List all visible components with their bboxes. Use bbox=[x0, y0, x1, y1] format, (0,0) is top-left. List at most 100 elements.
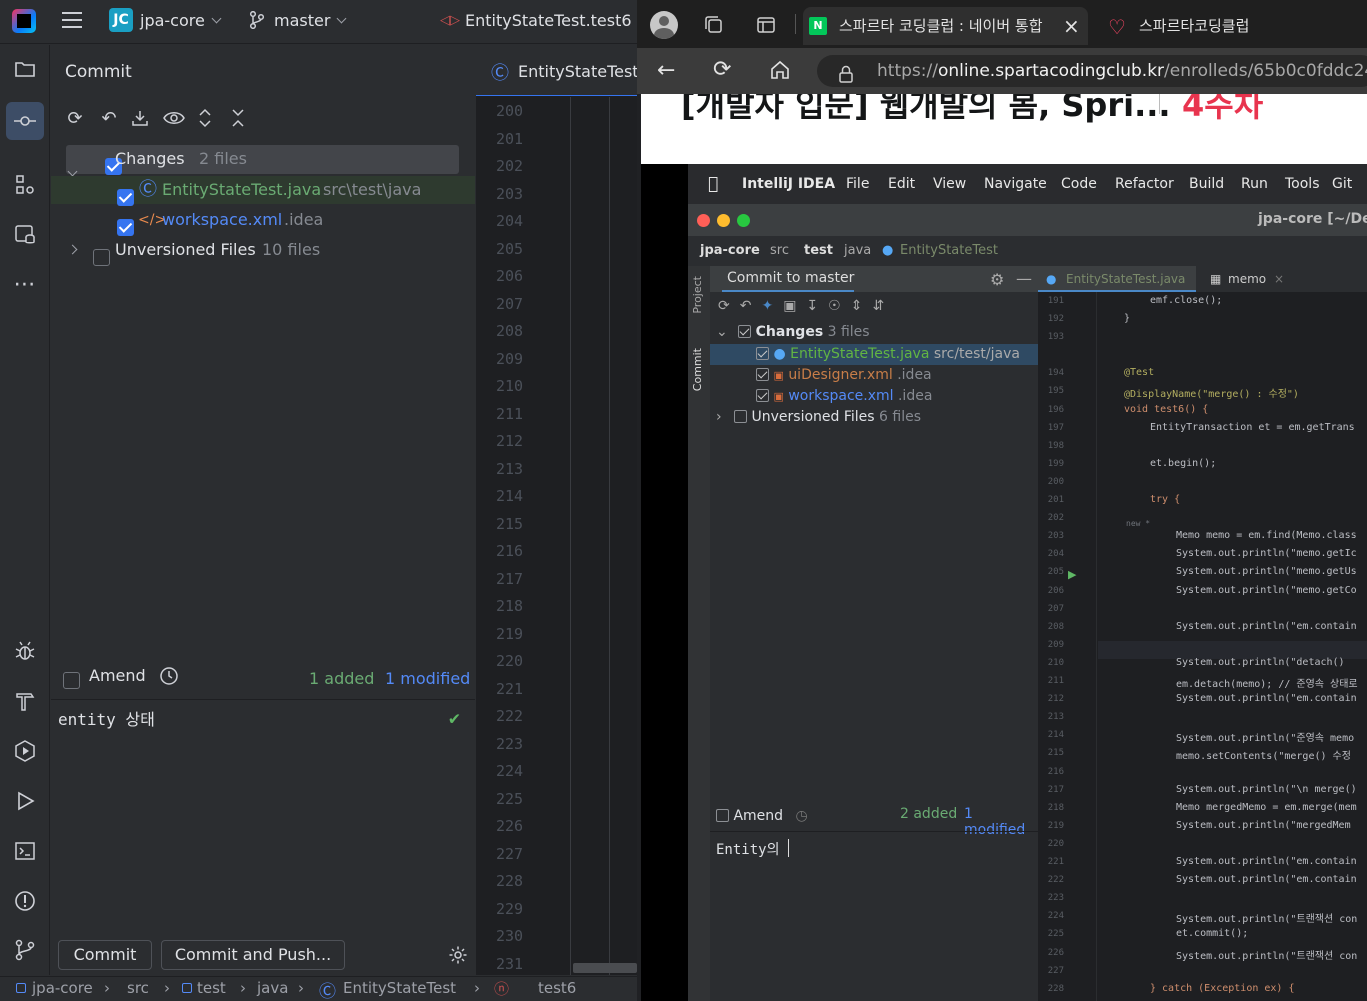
video-side-strip: Project Commit bbox=[688, 266, 710, 1001]
video-amend-row: Amend ◷ bbox=[716, 806, 808, 827]
status-crumb[interactable]: java bbox=[257, 979, 288, 997]
line-number: 230 bbox=[496, 927, 524, 945]
profile-avatar-icon[interactable] bbox=[650, 11, 678, 39]
eye-icon[interactable] bbox=[163, 108, 185, 130]
collapse-all-icon[interactable] bbox=[227, 108, 249, 130]
code-line-number: 193 bbox=[1047, 332, 1064, 343]
lock-icon[interactable] bbox=[838, 62, 854, 87]
naver-favicon-icon: N bbox=[809, 17, 827, 35]
shelve-icon[interactable] bbox=[129, 108, 151, 130]
expand-all-icon[interactable] bbox=[194, 108, 216, 130]
terminal-icon[interactable] bbox=[11, 839, 39, 867]
browser-tab[interactable]: N 스파르타 코딩클럽 : 네이버 통합 × bbox=[803, 7, 1088, 45]
status-crumb[interactable]: jpa-core bbox=[32, 979, 93, 997]
run-icon[interactable] bbox=[11, 789, 39, 817]
lecture-video[interactable]:  IntelliJ IDEA File Edit View Navigate Code R… bbox=[688, 164, 1367, 1001]
url-text: https://online.spartacodingclub.kr/enrol… bbox=[877, 55, 1367, 87]
chevron-right-icon[interactable] bbox=[67, 244, 78, 255]
changes-group-row[interactable]: Changes 2 files bbox=[51, 145, 475, 177]
file-name: uiDesigner.xml bbox=[788, 367, 893, 383]
problems-icon[interactable] bbox=[11, 889, 39, 917]
file-checkbox[interactable] bbox=[117, 219, 134, 236]
code-line-number: 201 bbox=[1047, 495, 1064, 505]
commit-message-field[interactable]: entity 상태 ✔ bbox=[51, 699, 475, 929]
amend-checkbox[interactable] bbox=[63, 672, 80, 689]
changes-count: 3 files bbox=[827, 324, 870, 340]
horizontal-scrollbar[interactable] bbox=[573, 963, 637, 973]
code-line-number: 226 bbox=[1047, 947, 1064, 958]
browser-tab-active[interactable]: ♡ 스파르타코딩클럽 bbox=[1097, 7, 1367, 45]
unversioned-count: 10 files bbox=[262, 240, 321, 259]
code-line: void test6() { bbox=[1124, 403, 1209, 415]
collections-icon[interactable] bbox=[703, 14, 725, 40]
code-line-number: 198 bbox=[1047, 440, 1064, 451]
project-selector[interactable]: jpa-core bbox=[140, 11, 222, 30]
file-row[interactable]: Ⓒ EntityStateTest.java src\test\java bbox=[51, 176, 475, 206]
tab-title: 스파르타 코딩클럽 : 네이버 통합 bbox=[839, 17, 1043, 35]
git-icon[interactable] bbox=[11, 938, 39, 966]
main-menu-icon[interactable] bbox=[62, 12, 82, 30]
project-badge[interactable]: JC bbox=[109, 8, 133, 32]
chevron-down-icon bbox=[211, 13, 222, 24]
rollback-icon[interactable]: ↶ bbox=[98, 108, 120, 130]
intellij-logo-icon[interactable] bbox=[12, 9, 36, 33]
debug-icon[interactable] bbox=[11, 639, 39, 667]
code-line-number: 204 bbox=[1047, 549, 1064, 560]
video-file-row: ▣ workspace.xml .idea bbox=[756, 386, 932, 407]
tool-window-strip: ⋯ bbox=[0, 45, 50, 975]
history-icon[interactable] bbox=[159, 666, 179, 690]
status-crumb[interactable]: test6 bbox=[538, 979, 576, 997]
editor-tab-bar: Ⓒ EntityStateTest bbox=[476, 45, 637, 97]
status-crumb[interactable]: src bbox=[127, 979, 149, 997]
status-crumb[interactable]: test bbox=[197, 979, 226, 997]
file-checkbox[interactable] bbox=[117, 189, 134, 206]
code-line: System.out.println("detach() bbox=[1176, 656, 1351, 668]
commit-tool-label: Commit bbox=[691, 348, 704, 392]
mac-menu-item: File bbox=[846, 176, 870, 192]
more-icon[interactable]: ⋯ bbox=[11, 271, 39, 299]
tab-actions-icon[interactable] bbox=[756, 15, 776, 39]
folder-icon[interactable] bbox=[11, 57, 39, 85]
java-class-icon: Ⓒ bbox=[319, 982, 336, 1001]
tab-file: EntityStateTest.java bbox=[1066, 272, 1186, 286]
line-number: 212 bbox=[496, 432, 524, 450]
checkbox bbox=[738, 324, 752, 338]
reload-icon[interactable]: ⟳ bbox=[713, 57, 731, 82]
services-icon[interactable] bbox=[11, 739, 39, 767]
changes-label: Changes bbox=[115, 149, 185, 168]
url-field[interactable]: https://online.spartacodingclub.kr/enrol… bbox=[817, 55, 1367, 87]
home-icon[interactable] bbox=[769, 59, 791, 85]
crumb: src bbox=[770, 243, 789, 258]
modified-count: 1 modified bbox=[964, 806, 1026, 838]
mac-menu-item: Edit bbox=[888, 176, 916, 192]
line-number: 213 bbox=[496, 459, 524, 478]
close-icon[interactable]: × bbox=[1063, 7, 1080, 45]
line-number: 203 bbox=[496, 184, 524, 203]
unversioned-group-row[interactable]: Unversioned Files 10 files bbox=[51, 236, 475, 266]
commit-icon[interactable] bbox=[6, 102, 44, 140]
separator-icon: › bbox=[164, 979, 170, 997]
code-line-number: 211 bbox=[1047, 676, 1064, 686]
back-arrow-icon[interactable]: ← bbox=[657, 58, 675, 83]
amend-label: Amend bbox=[733, 808, 784, 824]
status-crumb[interactable]: EntityStateTest bbox=[343, 979, 456, 997]
editor-tab-title[interactable]: EntityStateTest bbox=[518, 62, 637, 81]
settings-gear-icon[interactable] bbox=[448, 945, 468, 969]
file-name: EntityStateTest.java bbox=[790, 346, 930, 362]
database-icon[interactable] bbox=[11, 222, 39, 250]
structure-icon[interactable] bbox=[11, 173, 39, 201]
code-line-number: 223 bbox=[1047, 893, 1064, 904]
unversioned-label: Unversioned Files bbox=[751, 409, 875, 425]
build-hammer-icon[interactable] bbox=[11, 689, 39, 717]
commit-and-push-button[interactable]: Commit and Push... bbox=[161, 940, 345, 970]
editor-gutter: 200 201 202 203 204 205 206 207 208 209 210 211 212 2… bbox=[476, 97, 637, 975]
refresh-icon[interactable]: ⟳ bbox=[64, 108, 86, 130]
tab-title: 스파르타코딩클럽 bbox=[1139, 17, 1250, 35]
unversioned-checkbox[interactable] bbox=[93, 249, 110, 266]
commit-button[interactable]: Commit bbox=[58, 940, 152, 970]
code-line: Memo mergedMemo = em.merge(mem bbox=[1176, 801, 1357, 813]
branch-selector[interactable]: master bbox=[274, 11, 347, 30]
file-row[interactable]: </> workspace.xml .idea bbox=[51, 206, 475, 236]
amend-label: Amend bbox=[89, 666, 146, 685]
run-config-selector[interactable]: EntityStateTest.test6 bbox=[465, 11, 632, 30]
